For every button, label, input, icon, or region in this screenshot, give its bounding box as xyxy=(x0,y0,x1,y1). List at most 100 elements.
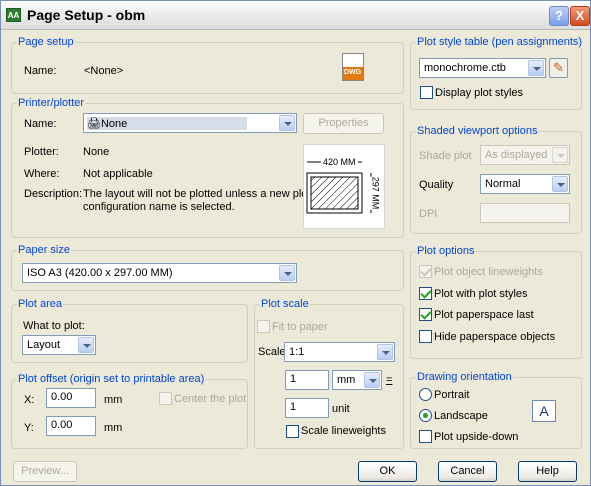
printer-name-label: Name: xyxy=(24,118,57,130)
printer-select[interactable]: 🖨None xyxy=(83,113,297,133)
chevron-down-icon[interactable] xyxy=(279,115,295,131)
paper-size-select[interactable]: ISO A3 (420.00 x 297.00 MM) xyxy=(22,263,297,283)
quality-select[interactable]: Normal xyxy=(480,174,570,194)
properties-button[interactable]: Properties xyxy=(303,113,384,134)
plot-object-lineweights-checkbox[interactable] xyxy=(419,265,432,278)
chevron-down-icon[interactable] xyxy=(552,176,568,192)
drawing-orientation-group-label: Drawing orientation xyxy=(416,371,513,383)
plot-paperspace-last-checkbox[interactable] xyxy=(419,308,432,321)
landscape-label: Landscape xyxy=(434,410,488,422)
dwg-icon-label: DWG xyxy=(344,69,362,76)
preview-button[interactable]: Preview... xyxy=(13,461,77,482)
display-plot-styles-label: Display plot styles xyxy=(435,87,524,99)
scale-lineweights-checkbox[interactable] xyxy=(286,425,299,438)
portrait-radio[interactable] xyxy=(419,388,432,401)
scale-select[interactable]: 1:1 xyxy=(284,342,395,362)
printer-selected-value: 🖨None xyxy=(87,117,248,130)
scale-selected: 1:1 xyxy=(289,346,305,358)
plot-object-lineweights-label: Plot object lineweights xyxy=(434,266,543,278)
plot-style-table-group-label: Plot style table (pen assignments) xyxy=(416,36,584,48)
paper-size-group-label: Paper size xyxy=(17,244,71,256)
chevron-down-icon[interactable] xyxy=(552,147,568,163)
chevron-down-icon[interactable] xyxy=(279,265,295,281)
center-plot-checkbox[interactable] xyxy=(159,392,172,405)
dwg-file-icon: DWG xyxy=(342,53,364,81)
chevron-down-icon[interactable] xyxy=(78,337,94,353)
plot-style-table-select[interactable]: monochrome.ctb xyxy=(419,58,546,78)
preview-width-label: 420 MM xyxy=(321,157,358,167)
paper-size-selected: ISO A3 (420.00 x 297.00 MM) xyxy=(27,267,173,279)
page-setup-name-label: Name: xyxy=(24,65,57,77)
dpi-input[interactable] xyxy=(480,203,570,223)
scale-lineweights-label: Scale lineweights xyxy=(301,425,386,437)
hide-paperspace-objects-checkbox[interactable] xyxy=(419,330,432,343)
shade-plot-select[interactable]: As displayed xyxy=(480,145,570,165)
plot-options-group-label: Plot options xyxy=(416,245,476,257)
portrait-label: Portrait xyxy=(434,389,470,401)
scale-denominator-input[interactable]: 1 xyxy=(285,398,329,418)
autocad-app-icon: AA xyxy=(6,8,21,22)
chevron-down-icon[interactable] xyxy=(528,60,544,76)
where-label: Where: xyxy=(24,168,60,180)
help-button[interactable]: Help xyxy=(518,461,577,482)
where-value: Not applicable xyxy=(83,168,153,180)
scale-numerator-input[interactable]: 1 xyxy=(285,370,329,390)
fit-to-paper-checkbox[interactable] xyxy=(257,320,270,333)
plot-upside-down-label: Plot upside-down xyxy=(434,431,519,443)
plotter-label: Plotter: xyxy=(24,146,59,158)
equals-sign: = xyxy=(386,374,393,386)
shaded-viewport-group-label: Shaded viewport options xyxy=(416,125,539,137)
hide-paperspace-objects-label: Hide paperspace objects xyxy=(434,331,556,343)
fit-to-paper-label: Fit to paper xyxy=(272,321,328,333)
plot-with-plot-styles-checkbox[interactable] xyxy=(419,287,432,300)
quality-selected: Normal xyxy=(485,178,521,190)
edit-plot-style-icon[interactable]: ✎ xyxy=(549,58,568,78)
printer-selected-text: None xyxy=(100,118,128,130)
scale-unit-select[interactable]: mm xyxy=(332,370,382,390)
plot-upside-down-checkbox[interactable] xyxy=(419,430,432,443)
chevron-down-icon[interactable] xyxy=(377,344,393,360)
what-to-plot-selected: Layout xyxy=(27,339,61,351)
quality-label: Quality xyxy=(419,179,454,191)
page-setup-dialog: AA Page Setup - obm ? X Page setup Name:… xyxy=(0,0,591,486)
plot-scale-group-label: Plot scale xyxy=(260,298,310,310)
description-label: Description: xyxy=(24,188,83,200)
landscape-orientation-icon: A xyxy=(532,400,556,422)
plot-style-table-selected: monochrome.ctb xyxy=(424,62,506,74)
ok-button[interactable]: OK xyxy=(358,461,417,482)
printer-plotter-group-label: Printer/plotter xyxy=(17,97,86,109)
scale-unit-selected: mm xyxy=(337,374,356,386)
offset-x-unit: mm xyxy=(104,394,123,406)
offset-y-unit: mm xyxy=(104,422,123,434)
plot-offset-group-label: Plot offset (origin set to printable are… xyxy=(17,373,206,385)
dialog-title: Page Setup - obm xyxy=(27,7,146,23)
page-setup-name-value: <None> xyxy=(84,65,124,77)
plotter-value: None xyxy=(83,146,110,158)
what-to-plot-select[interactable]: Layout xyxy=(22,335,96,355)
dpi-label: DPI xyxy=(419,208,438,220)
plot-with-plot-styles-label: Plot with plot styles xyxy=(434,288,528,300)
chevron-down-icon[interactable] xyxy=(364,372,380,388)
what-to-plot-label: What to plot: xyxy=(23,320,85,332)
close-icon[interactable]: X xyxy=(570,6,590,26)
paper-preview: 420 MM 297 MM xyxy=(303,144,385,229)
cancel-button[interactable]: Cancel xyxy=(438,461,497,482)
offset-x-label: X: xyxy=(24,394,35,406)
offset-y-label: Y: xyxy=(24,422,34,434)
scale-denominator-unit: unit xyxy=(332,403,350,415)
offset-x-input[interactable]: 0.00 xyxy=(46,388,96,408)
display-plot-styles-checkbox[interactable] xyxy=(420,86,433,99)
help-icon[interactable]: ? xyxy=(549,6,569,26)
plot-paperspace-last-label: Plot paperspace last xyxy=(434,309,534,321)
offset-y-input[interactable]: 0.00 xyxy=(46,416,96,436)
preview-height-label: 297 MM xyxy=(370,176,381,210)
plot-area-group-label: Plot area xyxy=(17,298,64,310)
center-plot-label: Center the plot xyxy=(174,393,247,405)
shade-plot-selected: As displayed xyxy=(485,149,548,161)
landscape-radio[interactable] xyxy=(419,409,432,422)
description-line-2: configuration name is selected. xyxy=(83,201,235,213)
shade-plot-label: Shade plot xyxy=(419,150,472,162)
page-setup-group-label: Page setup xyxy=(17,36,75,48)
description-line-1: The layout will not be plotted unless a … xyxy=(83,188,324,200)
title-bar: AA Page Setup - obm ? X xyxy=(1,1,590,30)
